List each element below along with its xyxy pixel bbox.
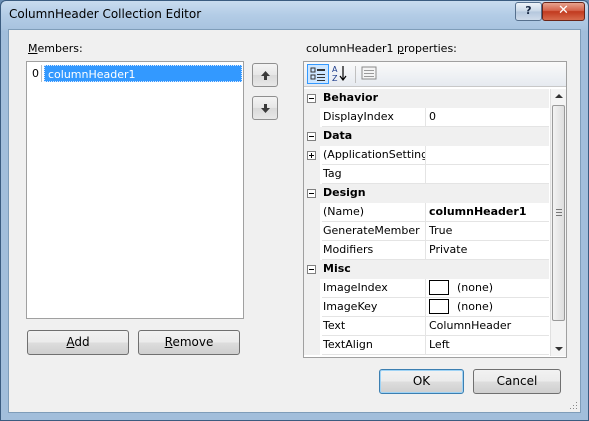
property-name: GenerateMember (322, 222, 426, 241)
alphabetical-icon: A Z (332, 65, 347, 83)
move-up-button[interactable] (252, 63, 278, 87)
row-gutter (304, 203, 320, 222)
remove-button[interactable]: Remove (138, 330, 240, 355)
property-name: ImageKey (322, 298, 426, 317)
category-row-behavior[interactable]: Behavior (304, 89, 549, 108)
dialog-window: ColumnHeader Collection Editor ? ✕ Membe… (0, 0, 589, 421)
down-arrow-icon (261, 104, 270, 113)
row-gutter (304, 222, 320, 241)
category-background (320, 260, 549, 279)
property-value[interactable]: ColumnHeader (426, 317, 549, 336)
window-title: ColumnHeader Collection Editor (9, 7, 202, 21)
property-name: Modifiers (322, 241, 426, 260)
grip-line (556, 212, 562, 213)
property-row-generatemember[interactable]: GenerateMember True (304, 222, 549, 241)
close-button[interactable]: ✕ (542, 2, 585, 21)
collapse-icon[interactable] (307, 94, 316, 103)
help-button[interactable]: ? (515, 2, 542, 21)
svg-text:A: A (332, 65, 338, 74)
property-value: (none) (457, 281, 494, 294)
dialog-client-area: Members: 0 columnHeader1 Add Remove colu… (8, 29, 581, 413)
property-row-imageindex[interactable]: ImageIndex (none) (304, 279, 549, 298)
categorized-icon (310, 67, 325, 81)
collapse-icon[interactable] (307, 132, 316, 141)
property-row-tag[interactable]: Tag (304, 165, 549, 184)
property-name: Text (322, 317, 426, 336)
category-name: Design (323, 186, 366, 199)
cancel-button[interactable]: Cancel (473, 369, 561, 394)
category-row-misc[interactable]: Misc (304, 260, 549, 279)
property-value: (none) (457, 300, 494, 313)
property-name: TextAlign (322, 336, 426, 355)
property-name: (Name) (322, 203, 426, 222)
image-preview-swatch (429, 279, 449, 295)
collapse-icon[interactable] (307, 189, 316, 198)
category-background (320, 127, 549, 146)
property-value[interactable] (426, 146, 549, 165)
property-value-cell[interactable]: (none) (426, 279, 549, 298)
property-value[interactable]: Left (426, 336, 549, 355)
scrollbar-thumb[interactable] (552, 105, 565, 321)
row-gutter (304, 317, 320, 336)
grip-line (556, 215, 562, 216)
member-index: 0 (30, 65, 42, 82)
toolbar-separator (355, 66, 356, 83)
property-name: (ApplicationSetting (322, 146, 426, 165)
property-value[interactable]: columnHeader1 (426, 203, 549, 222)
property-grid[interactable]: A Z Behavior DisplayIndex 0 Data (Applic… (303, 61, 567, 358)
expand-icon[interactable] (307, 151, 316, 160)
row-gutter (304, 279, 320, 298)
property-grid-toolbar: A Z (304, 62, 566, 87)
property-row-modifiers[interactable]: Modifiers Private (304, 241, 549, 260)
property-grid-body: Behavior DisplayIndex 0 Data (Applicatio… (304, 89, 549, 355)
property-value[interactable]: True (426, 222, 549, 241)
row-gutter (304, 165, 320, 184)
property-row-name[interactable]: (Name) columnHeader1 (304, 203, 549, 222)
scroll-down-icon[interactable] (555, 347, 563, 351)
row-gutter (304, 241, 320, 260)
property-row-displayindex[interactable]: DisplayIndex 0 (304, 108, 549, 127)
categorized-button[interactable] (307, 64, 329, 84)
category-name: Data (323, 129, 353, 142)
members-list[interactable]: 0 columnHeader1 (26, 61, 244, 319)
property-value[interactable]: Private (426, 241, 549, 260)
property-pages-icon (361, 66, 377, 80)
row-gutter (304, 108, 320, 127)
member-name[interactable]: columnHeader1 (44, 65, 242, 82)
property-row-textalign[interactable]: TextAlign Left (304, 336, 549, 355)
property-grid-scrollbar[interactable] (550, 89, 566, 356)
property-value[interactable] (426, 165, 549, 184)
members-label: Members: (28, 42, 83, 55)
add-button[interactable]: Add (27, 330, 129, 355)
alphabetical-button[interactable]: A Z (330, 64, 352, 84)
image-preview-swatch (429, 298, 449, 314)
resize-grip-icon[interactable] (568, 400, 578, 410)
category-name: Misc (323, 262, 351, 275)
property-pages-button[interactable] (359, 64, 381, 84)
svg-text:Z: Z (332, 74, 338, 82)
row-gutter (304, 336, 320, 355)
property-value-cell[interactable]: (none) (426, 298, 549, 317)
property-row-applicationsettings[interactable]: (ApplicationSetting (304, 146, 549, 165)
row-gutter (304, 298, 320, 317)
property-name: Tag (322, 165, 426, 184)
collapse-icon[interactable] (307, 265, 316, 274)
property-name: ImageIndex (322, 279, 426, 298)
property-name: DisplayIndex (322, 108, 426, 127)
category-row-design[interactable]: Design (304, 184, 549, 203)
property-row-imagekey[interactable]: ImageKey (none) (304, 298, 549, 317)
list-item[interactable]: 0 columnHeader1 (28, 65, 242, 82)
up-arrow-icon (261, 71, 270, 80)
property-row-text[interactable]: Text ColumnHeader (304, 317, 549, 336)
category-name: Behavior (323, 91, 379, 104)
grip-line (556, 209, 562, 210)
title-bar[interactable]: ColumnHeader Collection Editor ? ✕ (1, 1, 588, 28)
move-down-button[interactable] (252, 96, 278, 120)
properties-label: columnHeader1 properties: (306, 42, 457, 55)
scroll-up-icon[interactable] (555, 94, 563, 98)
category-row-data[interactable]: Data (304, 127, 549, 146)
property-value[interactable]: 0 (426, 108, 549, 127)
ok-button[interactable]: OK (379, 369, 464, 394)
